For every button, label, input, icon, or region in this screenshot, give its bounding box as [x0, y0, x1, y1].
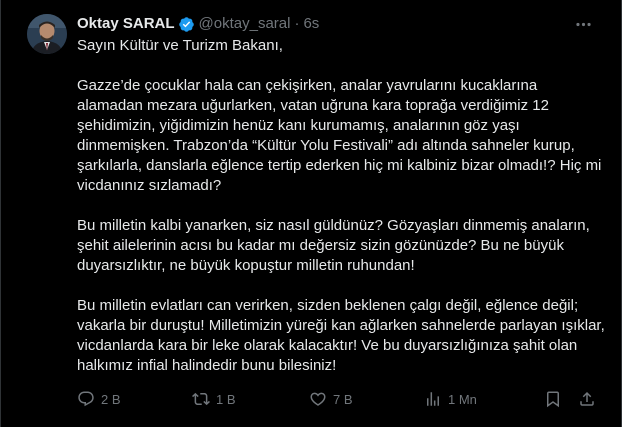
reply-count: 2 B: [101, 391, 121, 407]
tweet-paragraph: Gazze’de çocuklar hala can çekişirken, a…: [77, 77, 602, 194]
avatar[interactable]: [27, 14, 67, 54]
like-count: 7 B: [333, 391, 353, 407]
reply-button[interactable]: 2 B: [77, 389, 121, 409]
tweet-paragraph: Bu milletin evlatları can verirken, sizd…: [77, 297, 605, 374]
reply-icon: [77, 390, 95, 408]
repost-count: 1 B: [216, 391, 236, 407]
repost-button[interactable]: 1 B: [192, 389, 236, 409]
tweet[interactable]: Oktay SARAL @oktay_saral · 6s Sayın Kült…: [0, 0, 622, 427]
share-button[interactable]: [578, 389, 596, 409]
views-icon: [424, 390, 442, 408]
author-handle[interactable]: @oktay_saral: [199, 14, 291, 34]
separator-dot: ·: [294, 15, 300, 32]
like-button[interactable]: 7 B: [309, 389, 353, 409]
timestamp[interactable]: 6s: [303, 14, 319, 34]
tweet-header: Oktay SARAL @oktay_saral · 6s: [77, 14, 319, 34]
action-bar: 2 B 1 B 7 B 1 Mn: [77, 389, 597, 409]
tweet-paragraph: Bu milletin kalbi yanarken, siz nasıl gü…: [77, 217, 590, 274]
views-button[interactable]: 1 Mn: [424, 389, 477, 409]
tweet-paragraph: Sayın Kültür ve Turizm Bakanı,: [77, 37, 283, 54]
verified-badge-icon: [178, 16, 195, 33]
share-icon: [578, 390, 596, 408]
bookmark-icon: [544, 390, 562, 408]
author-name[interactable]: Oktay SARAL: [77, 14, 175, 34]
more-options-icon[interactable]: [573, 14, 593, 34]
views-count: 1 Mn: [448, 391, 477, 407]
tweet-text: Sayın Kültür ve Turizm Bakanı, Gazze’de …: [77, 36, 607, 376]
repost-icon: [192, 390, 210, 408]
like-icon: [309, 390, 327, 408]
bookmark-button[interactable]: [544, 389, 562, 409]
